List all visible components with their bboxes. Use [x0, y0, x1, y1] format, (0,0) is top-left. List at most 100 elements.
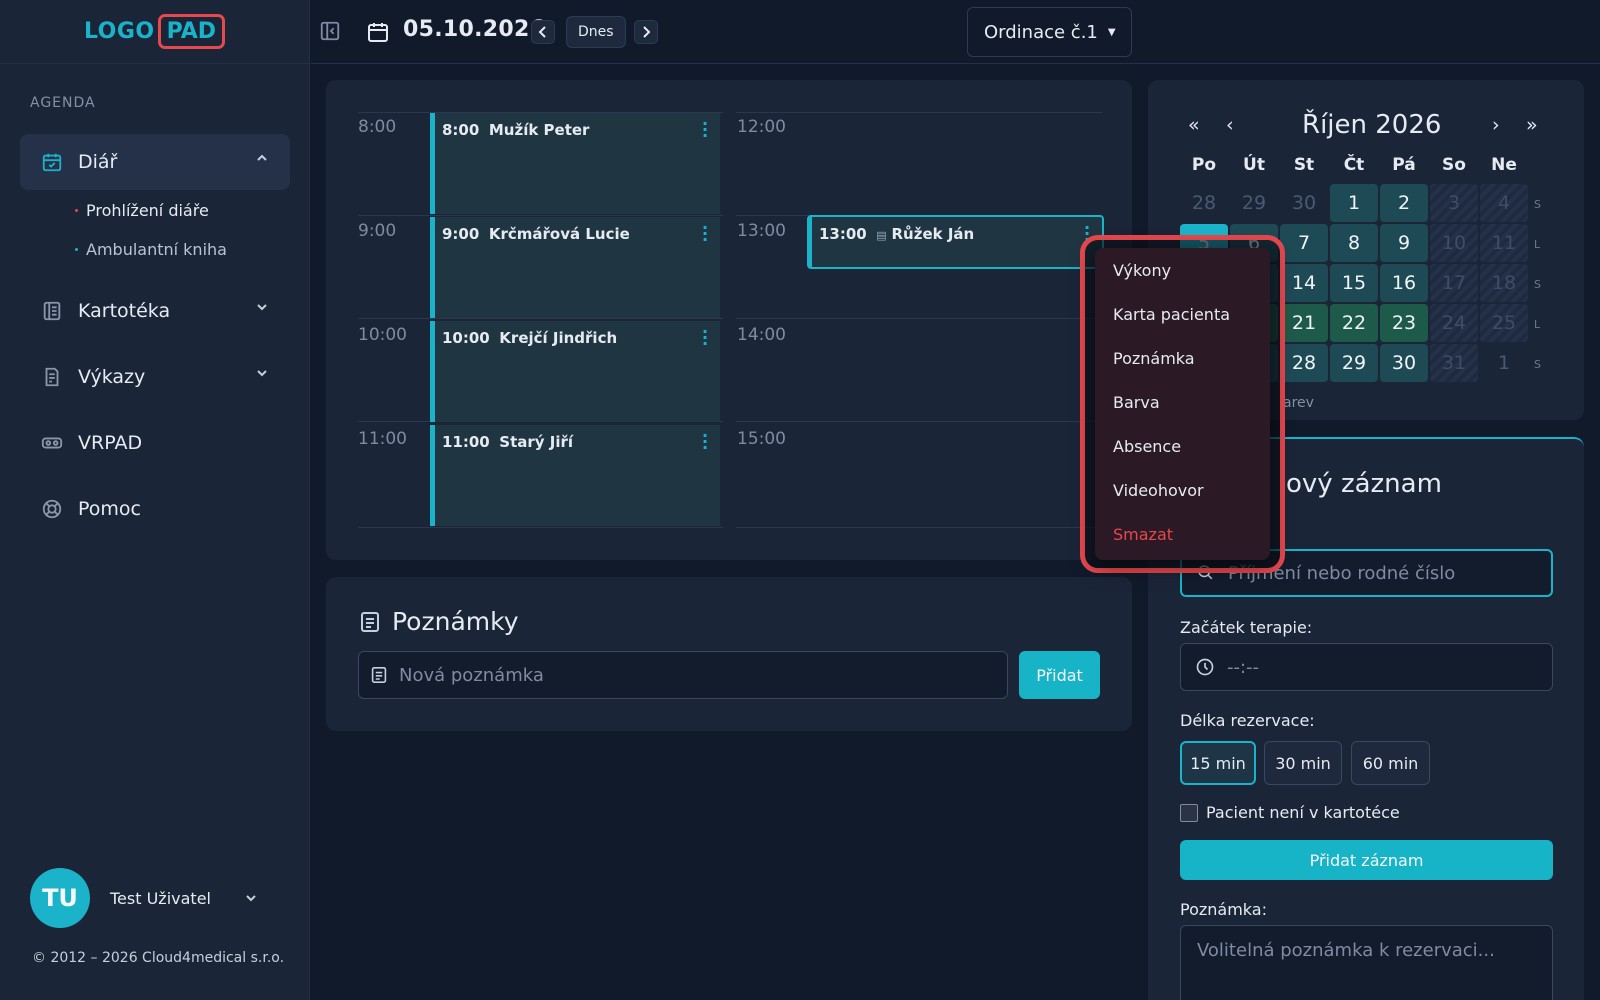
- calendar-day[interactable]: 14: [1280, 264, 1328, 302]
- calendar-day[interactable]: 30: [1380, 344, 1428, 382]
- calendar-day[interactable]: 1: [1330, 184, 1378, 222]
- appointment-card-selected[interactable]: 13:00 ▤ Růžek Ján ···: [807, 215, 1104, 269]
- schedule-panel: 8:00 9:00 10:00 11:00 12:00 13:00 14:00 …: [326, 80, 1132, 560]
- sidebar-subitem-ambulantni-kniha[interactable]: Ambulantní kniha: [75, 240, 227, 259]
- kebab-menu-icon[interactable]: ···: [702, 428, 708, 456]
- user-name: Test Uživatel: [110, 888, 211, 908]
- grid-line: [736, 421, 1102, 422]
- sidebar-item-pomoc[interactable]: Pomoc: [20, 481, 290, 537]
- caret-down-icon: ▼: [1107, 26, 1116, 38]
- calendar-day[interactable]: 24: [1430, 304, 1478, 342]
- calendar-day[interactable]: 3: [1430, 184, 1478, 222]
- note-icon: [360, 611, 380, 633]
- menu-item-videohovor[interactable]: Videohovor: [1113, 481, 1204, 500]
- today-button[interactable]: Dnes: [566, 16, 626, 48]
- calendar-day[interactable]: 11: [1480, 224, 1528, 262]
- calendar-day[interactable]: 16: [1380, 264, 1428, 302]
- calendar-day[interactable]: 4: [1480, 184, 1528, 222]
- prev-day-button[interactable]: [531, 20, 555, 44]
- comment-icon: ▤: [876, 229, 887, 242]
- logo-text-highlight: PAD: [157, 14, 226, 49]
- appointment-card[interactable]: 10:00 Krejčí Jindřich · · ·: [430, 321, 720, 422]
- duration-15-button[interactable]: 15 min: [1180, 741, 1256, 785]
- menu-item-barva[interactable]: Barva: [1113, 393, 1160, 412]
- appointment-card[interactable]: 8:00 Mužík Peter · · ·: [430, 113, 720, 214]
- sidebar-item-vykazy[interactable]: Výkazy: [20, 349, 290, 405]
- time-label: 9:00: [358, 221, 397, 241]
- calendar-day[interactable]: 29: [1230, 184, 1278, 222]
- add-note-button[interactable]: Přidat: [1019, 651, 1100, 699]
- calendar-day[interactable]: 29: [1330, 344, 1378, 382]
- calendar-day[interactable]: 30: [1280, 184, 1328, 222]
- kebab-menu-icon[interactable]: ···: [702, 220, 708, 248]
- calendar-day[interactable]: 28: [1180, 184, 1228, 222]
- appointment-card[interactable]: 11:00 Starý Jiří · · ·: [430, 425, 720, 526]
- next-year-button[interactable]: »: [1526, 114, 1538, 136]
- menu-item-karta-pacienta[interactable]: Karta pacienta: [1113, 305, 1230, 324]
- sidebar-item-vrpad[interactable]: VRPAD: [20, 415, 290, 471]
- add-record-button[interactable]: Přidat záznam: [1180, 840, 1553, 880]
- menu-item-smazat[interactable]: Smazat: [1113, 525, 1173, 544]
- calendar-day[interactable]: 28: [1280, 344, 1328, 382]
- calendar-day[interactable]: 8: [1330, 224, 1378, 262]
- next-month-button[interactable]: ›: [1492, 114, 1500, 136]
- appointment-text: 9:00 Krčmářová Lucie: [442, 225, 630, 243]
- bullet-dot: [75, 248, 78, 251]
- appointment-name: Mužík Peter: [488, 121, 590, 139]
- calendar-title: Říjen 2026: [1302, 110, 1442, 140]
- calendar-day[interactable]: 1: [1480, 344, 1528, 382]
- appointment-text: 11:00 Starý Jiří: [442, 433, 573, 451]
- file-card-icon: [40, 299, 64, 323]
- sidebar-item-diar[interactable]: Diář: [20, 134, 290, 190]
- note-icon: [371, 666, 387, 684]
- weekday-label: Po: [1191, 155, 1217, 175]
- appointment-text: 13:00 ▤ Růžek Ján: [819, 225, 974, 243]
- weekday-label: Pá: [1392, 155, 1416, 175]
- vr-headset-icon: [40, 431, 64, 455]
- new-note-input[interactable]: [399, 664, 979, 686]
- grid-line: [358, 318, 723, 319]
- prev-month-button[interactable]: ‹: [1226, 114, 1234, 136]
- calendar-check-icon: [40, 150, 64, 174]
- prev-year-button[interactable]: «: [1188, 114, 1200, 136]
- menu-item-absence[interactable]: Absence: [1113, 437, 1181, 456]
- calendar-day[interactable]: 18: [1480, 264, 1528, 302]
- duration-30-button[interactable]: 30 min: [1264, 741, 1342, 785]
- start-time-field[interactable]: [1180, 643, 1553, 691]
- calendar-day[interactable]: 17: [1430, 264, 1478, 302]
- checkbox-box[interactable]: [1180, 803, 1198, 822]
- start-time-input[interactable]: [1227, 656, 1547, 678]
- user-menu[interactable]: TU Test Uživatel: [30, 868, 257, 928]
- calendar-day[interactable]: 2: [1380, 184, 1428, 222]
- calendar-icon[interactable]: [366, 20, 390, 44]
- sidebar-item-kartoteka[interactable]: Kartotéka: [20, 283, 290, 339]
- next-day-button[interactable]: [634, 20, 658, 44]
- reservation-note-input[interactable]: [1197, 940, 1536, 1000]
- new-note-field[interactable]: [358, 651, 1008, 699]
- time-label: 11:00: [358, 429, 407, 449]
- calendar-day[interactable]: 23: [1380, 304, 1428, 342]
- calendar-day[interactable]: 31: [1430, 344, 1478, 382]
- appointment-card[interactable]: 9:00 Krčmářová Lucie · · ·: [430, 217, 720, 318]
- reservation-note-field[interactable]: [1180, 925, 1553, 1000]
- logo[interactable]: LOGO PAD: [0, 0, 309, 64]
- calendar-day[interactable]: 10: [1430, 224, 1478, 262]
- calendar-day[interactable]: 21: [1280, 304, 1328, 342]
- calendar-day[interactable]: 7: [1280, 224, 1328, 262]
- menu-item-poznamka[interactable]: Poznámka: [1113, 349, 1195, 368]
- weekday-label: Út: [1243, 155, 1265, 175]
- office-select[interactable]: Ordinace č.1 ▼: [967, 7, 1132, 57]
- sidebar-collapse-icon[interactable]: [319, 20, 341, 42]
- menu-item-vykony[interactable]: Výkony: [1113, 261, 1171, 280]
- kebab-menu-icon[interactable]: ···: [702, 116, 708, 144]
- calendar-week-mark: S: [1534, 198, 1541, 211]
- duration-60-button[interactable]: 60 min: [1351, 741, 1430, 785]
- sidebar-subitem-prohlizeni[interactable]: Prohlížení diáře: [75, 201, 209, 220]
- calendar-day[interactable]: 22: [1330, 304, 1378, 342]
- not-in-registry-checkbox[interactable]: Pacient není v kartotéce: [1180, 803, 1400, 822]
- calendar-day[interactable]: 15: [1330, 264, 1378, 302]
- kebab-menu-icon[interactable]: ···: [702, 324, 708, 352]
- calendar-day[interactable]: 25: [1480, 304, 1528, 342]
- calendar-day[interactable]: 9: [1380, 224, 1428, 262]
- sidebar-item-label: Kartotéka: [78, 300, 171, 322]
